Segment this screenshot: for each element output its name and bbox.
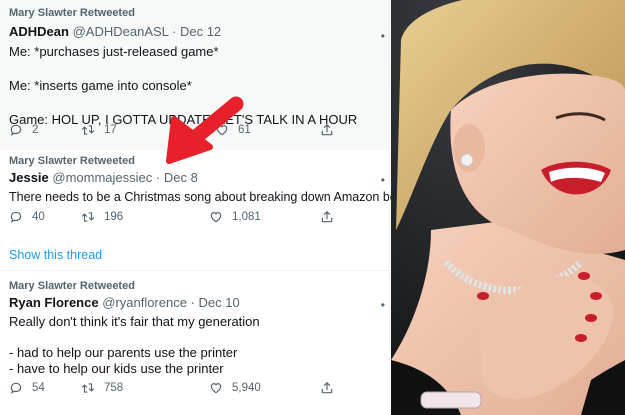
celebrity-laughing-photo: [391, 0, 625, 415]
photo-illustration: [391, 0, 625, 415]
tweet-timeline: Mary Slawter Retweeted ADHDean @ADHDeanA…: [0, 0, 391, 415]
panel-divider: [389, 0, 390, 415]
red-arrow-graphic: [166, 96, 244, 164]
